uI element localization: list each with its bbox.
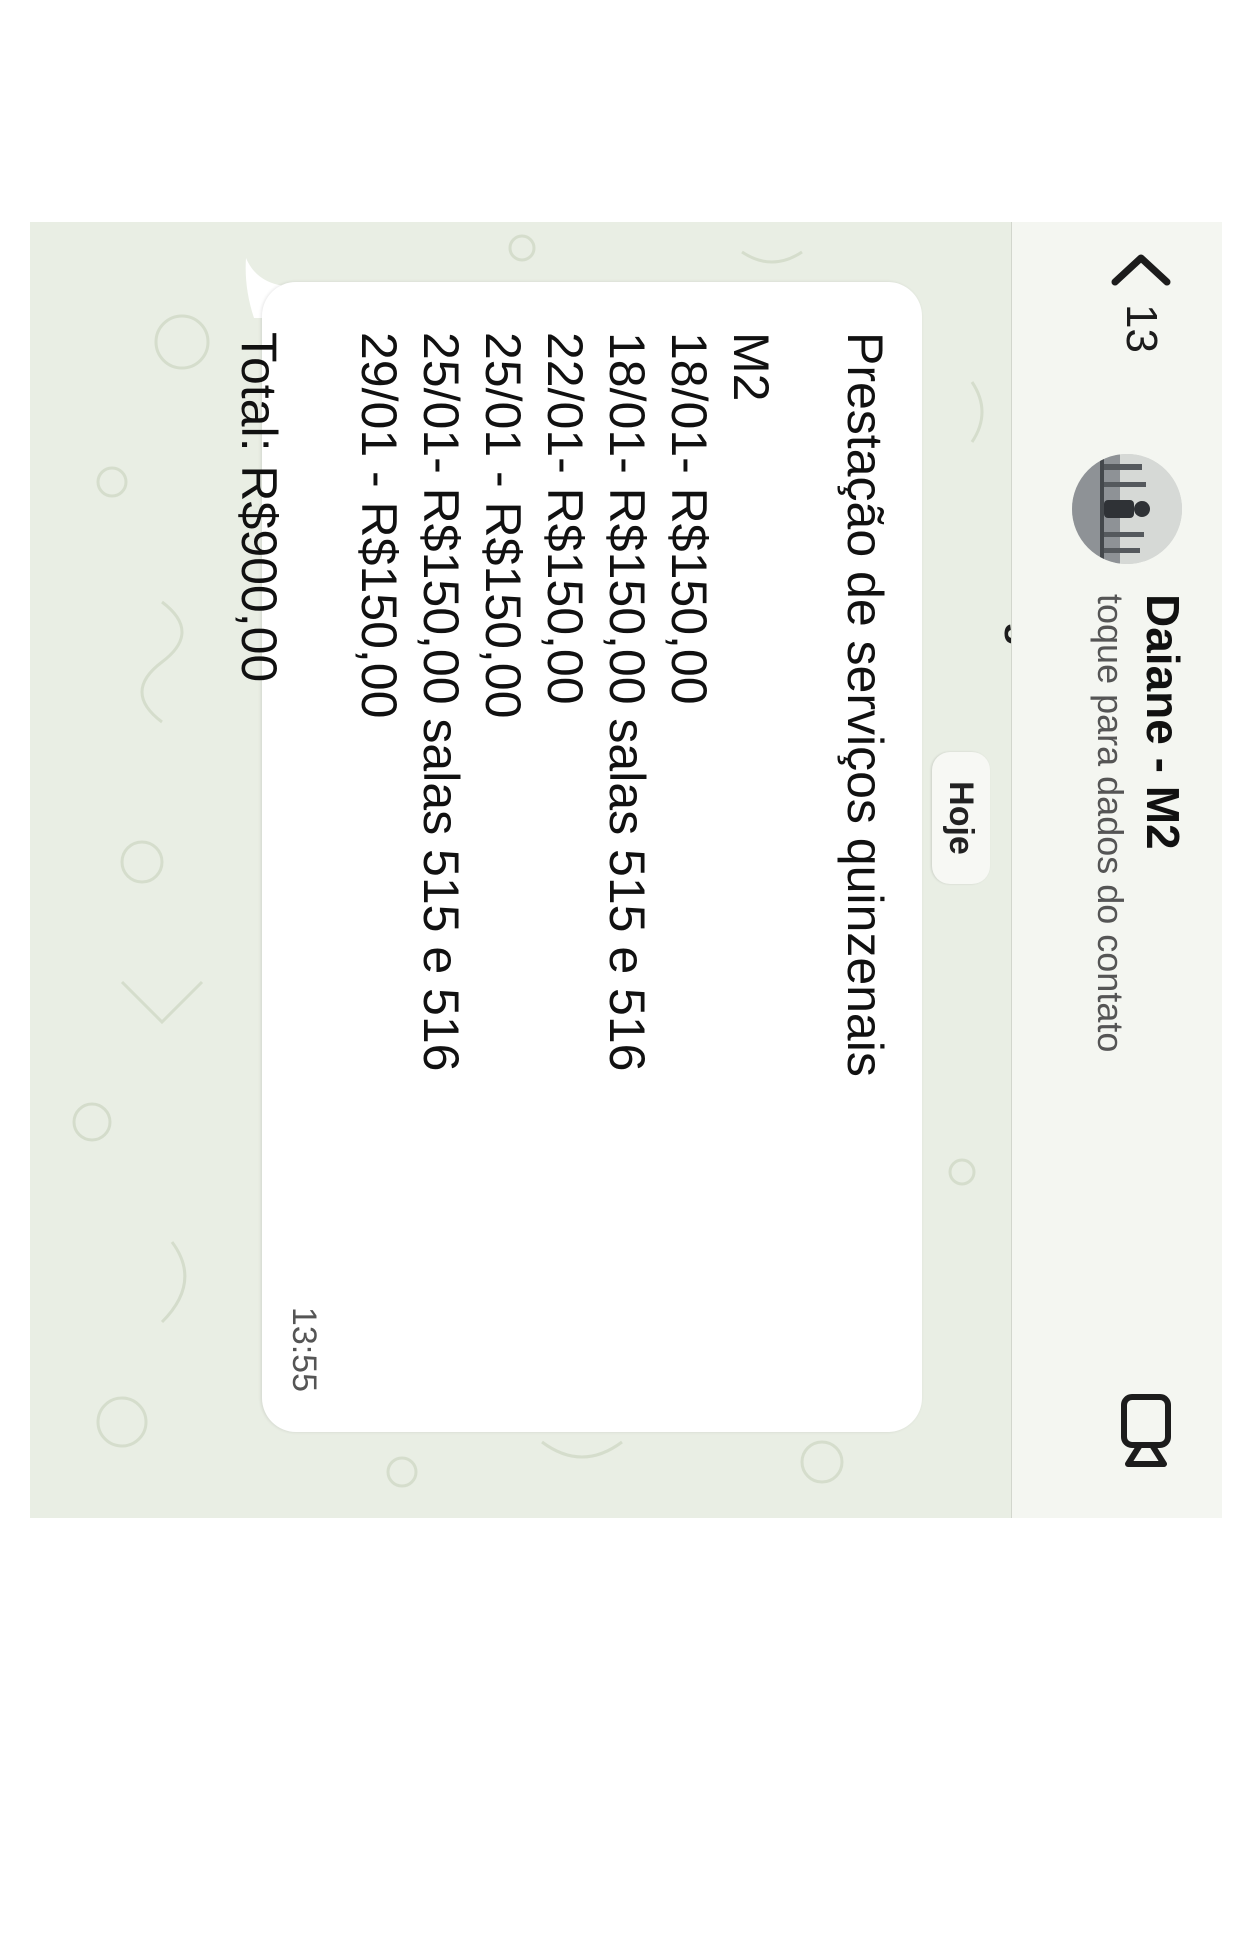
- date-separator: Hoje: [932, 752, 990, 884]
- back-button[interactable]: 13: [1106, 252, 1176, 353]
- message-timestamp: 13:55: [285, 1306, 323, 1392]
- list-item: 18/01- R$150,00 salas 515 e 516: [599, 332, 655, 1072]
- list-item: 29/01 - R$150,00: [351, 332, 407, 719]
- chevron-left-icon: [1111, 252, 1171, 286]
- scanned-screenshot: 13 Daiane - M2 toque para dados do conta…: [30, 222, 1222, 1518]
- contact-name: Daiane - M2: [1137, 594, 1189, 850]
- list-item: 18/01- R$150,00: [661, 332, 717, 705]
- video-camera-icon: [1116, 1394, 1171, 1468]
- company-name: M2: [723, 332, 779, 402]
- contact-subtitle: toque para dados do contato: [1090, 594, 1131, 1053]
- chat-header: 13 Daiane - M2 toque para dados do conta…: [1011, 222, 1222, 1518]
- contact-avatar[interactable]: [1072, 454, 1182, 564]
- message-bubble[interactable]: Prestação de serviços quinzenais M2 18/0…: [231, 282, 922, 1432]
- list-item: 22/01- R$150,00: [537, 332, 593, 705]
- unread-count: 13: [1117, 304, 1166, 353]
- total-amount: Total: R$900,00: [231, 332, 287, 683]
- chat-screen: 13 Daiane - M2 toque para dados do conta…: [30, 222, 1222, 1518]
- message-text: Prestação de serviços quinzenais M2 18/0…: [228, 332, 896, 1077]
- contact-info[interactable]: Daiane - M2 toque para dados do contato: [1086, 594, 1192, 1052]
- list-item: 25/01 - R$150,00: [475, 332, 531, 719]
- video-call-button[interactable]: [1115, 1394, 1172, 1468]
- list-item: 25/01- R$150,00 salas 515 e 516: [413, 332, 469, 1072]
- message-title: Prestação de serviços quinzenais: [837, 332, 893, 1077]
